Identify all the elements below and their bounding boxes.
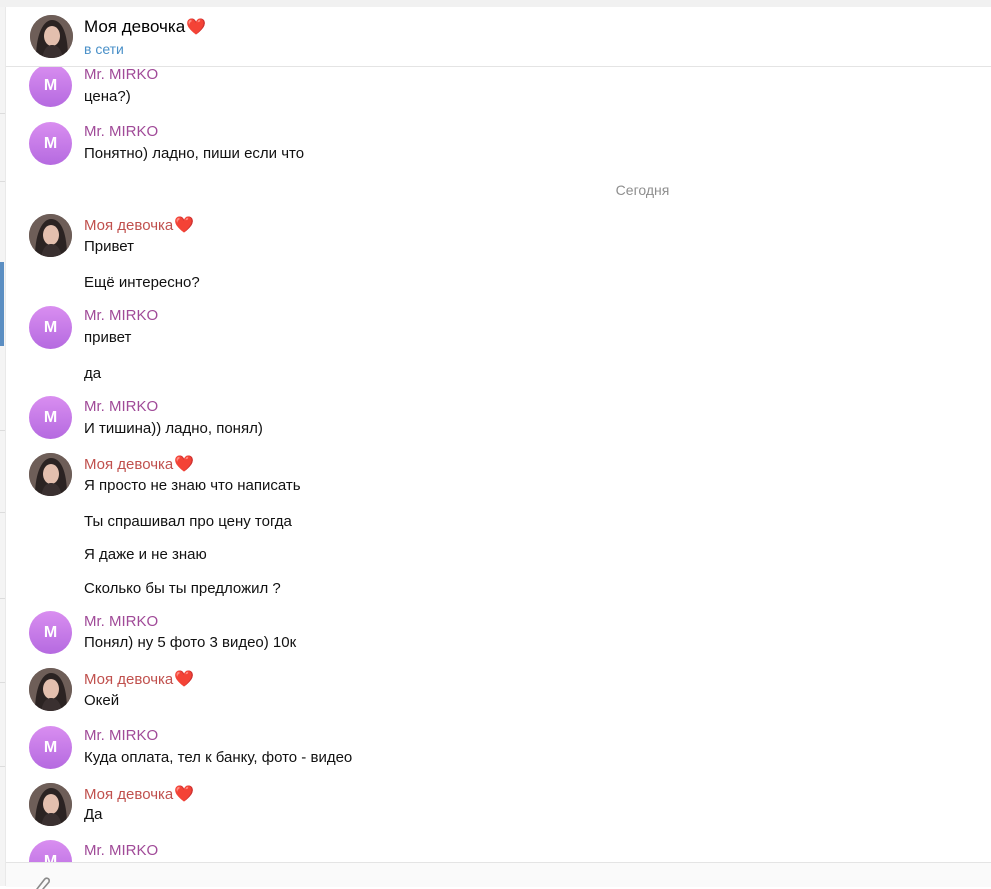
message-list[interactable]: M Mr. MIRKO цена?) M Mr. MIRKO Понятно) …: [6, 67, 991, 862]
sender-name[interactable]: Моя девочка❤️: [84, 669, 194, 689]
window-top-bar: [0, 0, 991, 7]
sender-name[interactable]: Моя девочка❤️: [84, 784, 194, 804]
sender-name[interactable]: Mr. MIRKO: [84, 307, 158, 324]
heart-icon: ❤️: [174, 456, 195, 473]
chat-title: Моя девочка❤️: [84, 17, 206, 37]
avatar[interactable]: [29, 783, 72, 826]
avatar[interactable]: M: [29, 726, 72, 769]
message-text: И тишина)) ладно, понял): [84, 420, 263, 437]
divider: [0, 113, 5, 114]
message-text: Да: [84, 806, 103, 823]
message-text: Понятно) ладно, пиши если что: [84, 145, 305, 162]
message-text: Окей: [84, 692, 120, 709]
avatar-initial: M: [43, 76, 58, 94]
sender-name[interactable]: Mr. MIRKO: [84, 398, 158, 415]
paperclip-icon[interactable]: [34, 875, 54, 889]
avatar[interactable]: M: [29, 306, 72, 349]
active-chat-marker: [0, 262, 4, 346]
avatar[interactable]: [29, 668, 72, 711]
divider: [0, 598, 5, 599]
message-text: Ещё интересно?: [84, 274, 200, 291]
avatar-photo-icon: [29, 668, 72, 711]
avatar-initial: M: [43, 623, 58, 641]
divider: [0, 682, 5, 683]
message-text: да: [84, 365, 102, 382]
avatar-photo-icon: [29, 214, 72, 257]
avatar-photo-icon: [30, 15, 73, 58]
divider: [0, 766, 5, 767]
avatar-initial: M: [43, 134, 58, 152]
heart-icon: ❤️: [174, 671, 195, 688]
divider: [0, 181, 5, 182]
heart-icon: ❤️: [174, 786, 195, 803]
sender-name[interactable]: Моя девочка❤️: [84, 454, 194, 474]
sender-name-text: Моя девочка: [84, 217, 174, 234]
sender-name-text: Моя девочка: [84, 456, 174, 473]
avatar-initial: M: [43, 408, 58, 426]
message-text: привет: [84, 329, 132, 346]
date-separator: Сегодня: [615, 182, 670, 198]
chat-header: Моя девочка❤️ в сети: [6, 7, 991, 67]
sender-name-text: Моя девочка: [84, 786, 174, 803]
message-text: Понял) ну 5 фото 3 видео) 10к: [84, 634, 297, 651]
sender-name[interactable]: Mr. MIRKO: [84, 842, 158, 859]
divider: [0, 512, 5, 513]
avatar[interactable]: M: [29, 840, 72, 862]
avatar[interactable]: M: [29, 122, 72, 165]
avatar-initial: M: [43, 852, 58, 863]
avatar[interactable]: M: [29, 611, 72, 654]
sender-name[interactable]: Mr. MIRKO: [84, 613, 158, 630]
avatar[interactable]: M: [29, 396, 72, 439]
divider: [0, 430, 5, 431]
avatar-initial: M: [43, 318, 58, 336]
avatar-photo-icon: [29, 783, 72, 826]
sender-name[interactable]: Mr. MIRKO: [84, 727, 158, 744]
avatar[interactable]: [29, 453, 72, 496]
chat-title-text: Моя девочка: [84, 17, 186, 36]
message-text: Привет: [84, 238, 135, 255]
heart-icon: ❤️: [174, 217, 195, 234]
online-status: в сети: [84, 41, 124, 57]
chat-avatar[interactable]: [30, 15, 73, 58]
sender-name-text: Моя девочка: [84, 671, 174, 688]
message-text: Куда оплата, тел к банку, фото - видео: [84, 749, 353, 766]
heart-icon: ❤️: [186, 19, 207, 36]
avatar[interactable]: M: [29, 67, 72, 107]
message-text: цена?): [84, 88, 131, 105]
sender-name[interactable]: Моя девочка❤️: [84, 215, 194, 235]
message-text: Я даже и не знаю: [84, 546, 207, 563]
message-text: Я просто не знаю что написать: [84, 477, 301, 494]
message-text: Сколько бы ты предложил ?: [84, 580, 281, 597]
message-text: Ты спрашивал про цену тогда: [84, 513, 292, 530]
sender-name[interactable]: Mr. MIRKO: [84, 67, 158, 83]
sender-name[interactable]: Mr. MIRKO: [84, 123, 158, 140]
message-composer[interactable]: [6, 862, 991, 889]
avatar-photo-icon: [29, 453, 72, 496]
avatar[interactable]: [29, 214, 72, 257]
avatar-initial: M: [43, 738, 58, 756]
